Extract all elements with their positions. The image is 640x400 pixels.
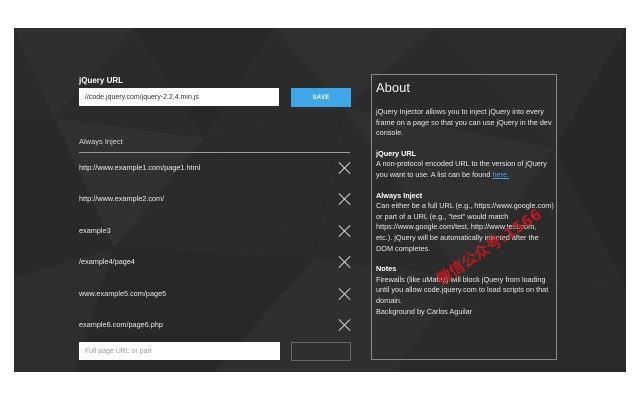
jquery-url-input[interactable]	[79, 88, 279, 106]
inject-url-text: www.example5.com/page5	[79, 289, 167, 298]
inject-url-text: example3	[79, 226, 111, 235]
close-icon[interactable]	[338, 287, 352, 301]
close-icon[interactable]	[338, 255, 352, 269]
new-url-input[interactable]	[79, 342, 280, 360]
close-icon[interactable]	[338, 224, 352, 238]
list-item: /example4/page4	[79, 255, 352, 269]
list-item: http://www.example1.com/page1.html	[79, 161, 352, 175]
add-button[interactable]	[291, 342, 351, 361]
list-item: http://www.example2.com/	[79, 192, 352, 206]
about-title: About	[376, 80, 410, 95]
about-always-inject-heading: Always Inject	[376, 190, 423, 200]
inject-url-text: http://www.example2.com/	[79, 194, 165, 203]
about-notes-text: Firewalls (like uMatrix) will block jQue…	[376, 274, 549, 305]
jquery-url-label: jQuery URL	[79, 76, 124, 85]
about-credit: Background by Carlos Aguilar	[376, 306, 473, 316]
close-icon[interactable]	[338, 161, 352, 175]
save-button[interactable]: SAVE	[291, 88, 351, 107]
inject-url-text: example6.com/page6.php	[79, 320, 163, 329]
close-icon[interactable]	[338, 192, 352, 206]
inject-url-text: http://www.example1.com/page1.html	[79, 163, 201, 172]
about-jquery-url-heading: jQuery URL	[376, 148, 417, 158]
here-link[interactable]: here.	[492, 170, 509, 179]
list-item: example6.com/page6.php	[79, 318, 352, 332]
always-inject-label: Always Inject	[79, 137, 123, 146]
divider	[79, 152, 350, 153]
close-icon[interactable]	[338, 318, 352, 332]
about-intro: jQuery Injector allows you to inject jQu…	[376, 107, 552, 138]
options-panel: jQuery URL SAVE Always Inject http://www…	[14, 28, 626, 372]
about-jquery-url-section: jQuery URL A non-protocol encoded URL to…	[376, 149, 554, 181]
about-jquery-url-text: A non-protocol encoded URL to the versio…	[376, 159, 547, 179]
list-item: example3	[79, 224, 352, 238]
inject-url-text: /example4/page4	[79, 257, 135, 266]
list-item: www.example5.com/page5	[79, 287, 352, 301]
